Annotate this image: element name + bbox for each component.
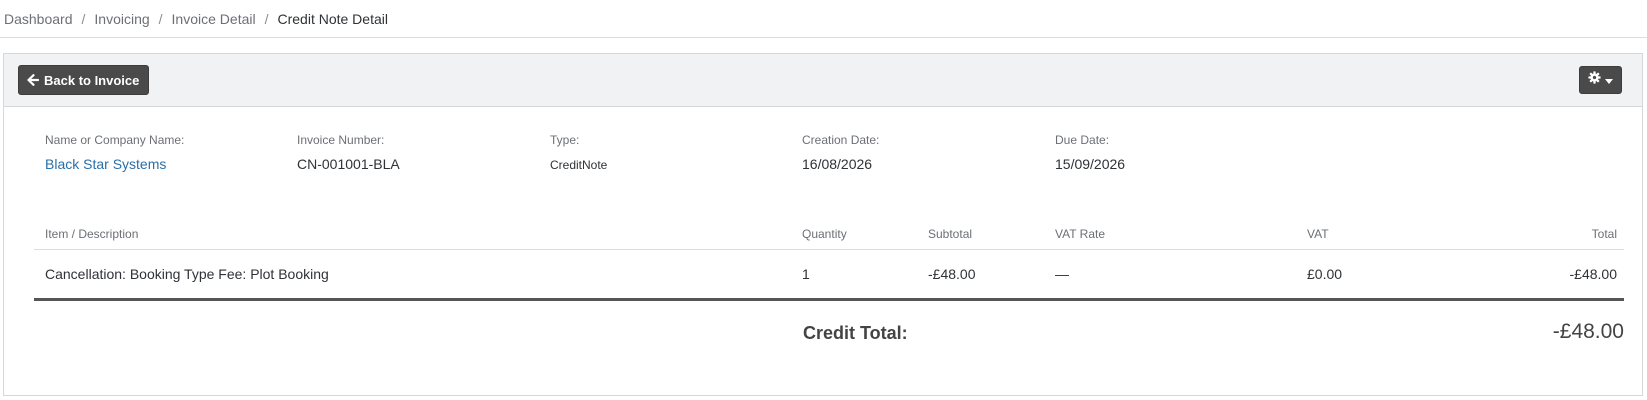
breadcrumb-separator: / (158, 10, 163, 27)
breadcrumb: Dashboard / Invoicing / Invoice Detail /… (0, 0, 1647, 38)
customer-name-link[interactable]: Black Star Systems (45, 156, 184, 172)
header-total: Total (1591, 227, 1617, 241)
header-vat-rate: VAT Rate (1055, 227, 1106, 241)
info-creation-date: Creation Date: 16/08/2026 (802, 133, 879, 172)
credit-total-label: Credit Total: (803, 323, 908, 343)
caret-down-icon (1605, 71, 1613, 89)
credit-total-value: -£48.00 (1552, 320, 1624, 343)
invoice-number-value: CN-001001-BLA (297, 156, 400, 172)
settings-dropdown-button[interactable] (1579, 66, 1622, 94)
invoice-number-label: Invoice Number: (297, 133, 385, 147)
row-vat-rate: — (1055, 266, 1069, 282)
line-items-table: Item / Description Quantity Subtotal VAT… (34, 222, 1624, 301)
type-label: Type: (550, 133, 580, 147)
row-quantity: 1 (802, 266, 810, 282)
breadcrumb-dashboard[interactable]: Dashboard (4, 11, 73, 27)
table-header: Item / Description Quantity Subtotal VAT… (34, 222, 1624, 250)
row-subtotal: -£48.00 (928, 266, 976, 282)
header-subtotal: Subtotal (928, 227, 973, 241)
breadcrumb-invoicing[interactable]: Invoicing (94, 11, 149, 27)
info-invoice-number: Invoice Number: CN-001001-BLA (297, 133, 400, 172)
breadcrumb-separator: / (264, 10, 269, 27)
row-item: Cancellation: Booking Type Fee: Plot Boo… (45, 266, 329, 282)
row-total: -£48.00 (1569, 266, 1617, 282)
info-type: Type: CreditNote (550, 133, 607, 172)
table-row: Cancellation: Booking Type Fee: Plot Boo… (34, 250, 1624, 301)
creation-date-value: 16/08/2026 (802, 156, 873, 172)
back-to-invoice-button[interactable]: Back to Invoice (18, 65, 150, 95)
info-due-date: Due Date: 15/09/2026 (1055, 133, 1125, 172)
breadcrumb-invoice-detail[interactable]: Invoice Detail (172, 11, 256, 27)
row-vat: £0.00 (1307, 266, 1343, 282)
arrow-left-icon (27, 74, 39, 86)
card-header: Back to Invoice (4, 54, 1642, 107)
info-name: Name or Company Name: Black Star Systems (45, 133, 184, 172)
creation-date-label: Creation Date: (802, 133, 880, 147)
credit-total-row: Credit Total: -£48.00 (34, 320, 1624, 350)
name-label: Name or Company Name: (45, 133, 185, 147)
breadcrumb-separator: / (81, 10, 86, 27)
type-value: CreditNote (550, 158, 608, 172)
gear-icon (1588, 71, 1601, 89)
header-quantity: Quantity (802, 227, 847, 241)
back-to-invoice-label: Back to Invoice (44, 72, 140, 88)
breadcrumb-current: Credit Note Detail (277, 10, 388, 27)
header-item: Item / Description (45, 227, 139, 241)
due-date-value: 15/09/2026 (1055, 156, 1126, 172)
header-vat: VAT (1307, 227, 1329, 241)
due-date-label: Due Date: (1055, 133, 1110, 147)
